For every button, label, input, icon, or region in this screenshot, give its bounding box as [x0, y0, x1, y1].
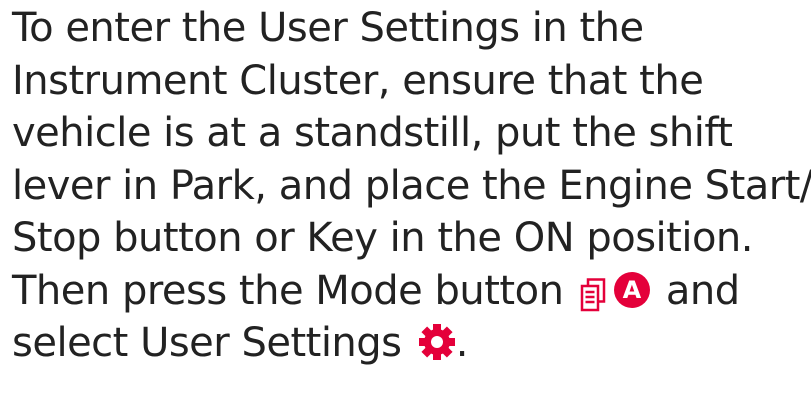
text-line-7-start: select User Settings	[12, 320, 402, 366]
mode-button-icon	[580, 273, 606, 311]
text-line-2: Instrument Cluster, ensure that the	[12, 57, 704, 104]
text-line-7-end: .	[455, 320, 469, 366]
text-line-7: select User Settings .	[12, 317, 807, 370]
text-line-5: Stop button or Key in the ON position.	[12, 215, 753, 261]
text-line-6-start: Then press the Mode button	[12, 267, 564, 314]
text-line-3: vehicle is at a standstill, put the shif…	[12, 110, 733, 156]
text-line-6: Then press the Mode button A and	[12, 265, 807, 318]
text-line-4: lever in Park, and place the Engine Star…	[12, 162, 811, 209]
text-line-6-end: and	[665, 267, 740, 314]
text-line-1: To enter the User Settings in the	[12, 5, 644, 51]
instruction-paragraph: To enter the User Settings in the Instru…	[12, 2, 811, 370]
callout-badge-a: A	[613, 271, 650, 308]
gear-icon	[418, 322, 456, 360]
